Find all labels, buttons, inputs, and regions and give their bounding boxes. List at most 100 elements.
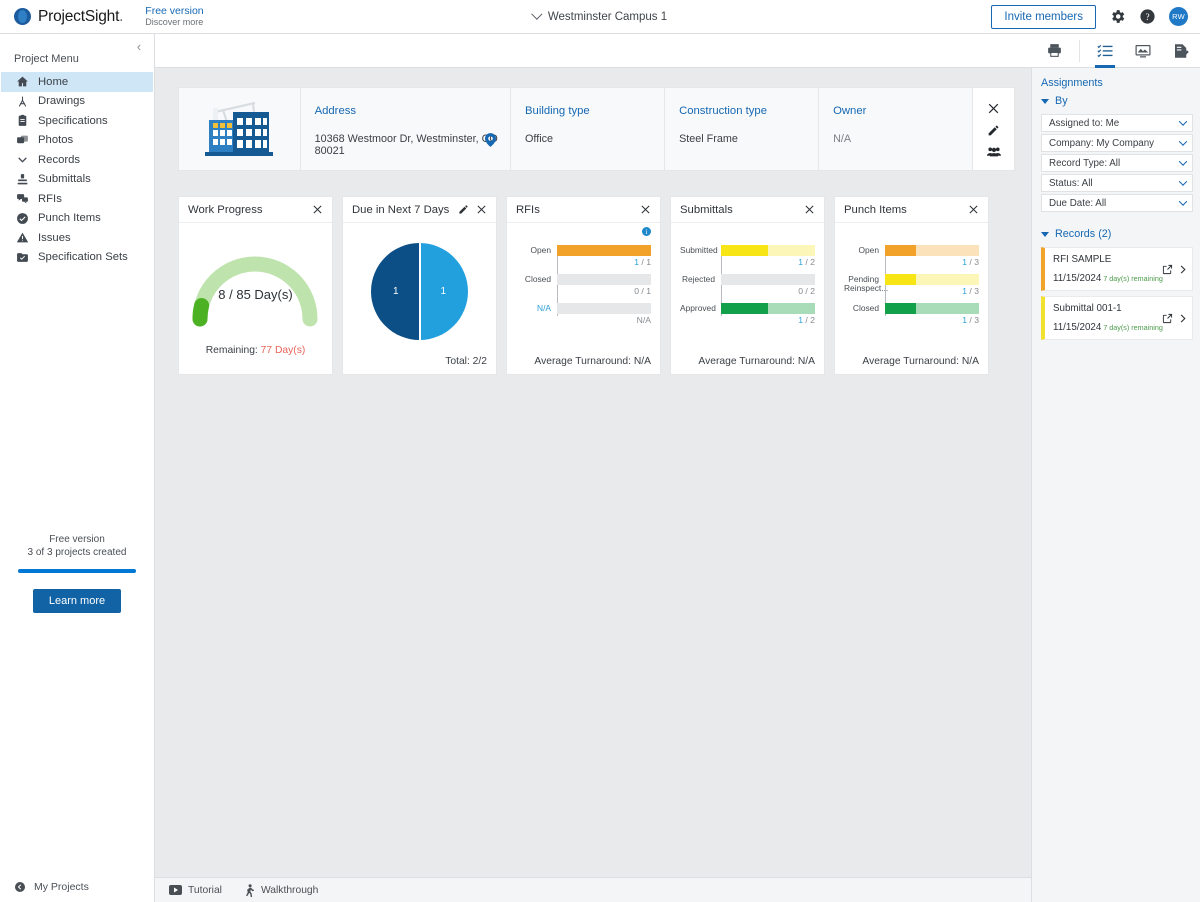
- filter-due-date[interactable]: Due Date: All: [1041, 194, 1193, 212]
- filter-label: Due Date: All: [1049, 198, 1106, 209]
- bar-value: 1 / 3: [885, 286, 979, 296]
- invite-members-button[interactable]: Invite members: [991, 5, 1096, 29]
- assignments-panel: Assignments By Assigned to: Me Company: …: [1031, 68, 1200, 902]
- assignments-title: Assignments: [1041, 77, 1193, 89]
- bar-label: Open: [516, 245, 555, 255]
- filter-assigned-to[interactable]: Assigned to: Me: [1041, 114, 1193, 132]
- open-external-icon[interactable]: [1162, 264, 1173, 275]
- list-view-button[interactable]: [1086, 34, 1124, 68]
- brand-logo[interactable]: ProjectSight.: [0, 8, 123, 26]
- avatar[interactable]: RW: [1169, 7, 1188, 26]
- widget-header: RFIs: [507, 197, 660, 223]
- free-version-link[interactable]: Free version Discover more: [145, 5, 203, 27]
- tutorial-link[interactable]: Tutorial: [169, 885, 222, 896]
- widget-title: Due in Next 7 Days: [352, 204, 449, 216]
- field-label: Construction type: [679, 105, 818, 117]
- info-field-building-type: Building type Office: [511, 88, 665, 170]
- sidebar-item-specification-sets[interactable]: Specification Sets: [1, 248, 153, 268]
- learn-more-button[interactable]: Learn more: [33, 589, 121, 613]
- sidebar-item-submittals[interactable]: Submittals: [1, 170, 153, 190]
- records-section-toggle[interactable]: Records (2): [1041, 228, 1193, 240]
- close-icon[interactable]: [312, 204, 323, 215]
- print-button[interactable]: [1035, 34, 1073, 68]
- field-label: Owner: [833, 105, 972, 117]
- bar-label: Open: [844, 245, 883, 255]
- record-item-submittal[interactable]: Submittal 001-1 11/15/20247 day(s) remai…: [1041, 296, 1193, 340]
- chevron-down-icon: [15, 153, 29, 167]
- chevron-right-icon[interactable]: [1177, 313, 1188, 324]
- close-icon[interactable]: [968, 204, 979, 215]
- widget-title: Punch Items: [844, 204, 907, 216]
- record-actions: [1162, 264, 1188, 275]
- edit-pencil-icon[interactable]: [987, 124, 1000, 137]
- close-icon[interactable]: [987, 102, 1000, 115]
- dashboard-canvas: Address 10368 Westmoor Dr, Westminster, …: [155, 68, 1031, 877]
- project-selector[interactable]: Westminster Campus 1: [533, 11, 667, 23]
- edit-pencil-icon[interactable]: [458, 204, 469, 215]
- sidebar-item-issues[interactable]: Issues: [1, 228, 153, 248]
- by-section-toggle[interactable]: By: [1041, 95, 1193, 107]
- map-pin-icon[interactable]: [485, 133, 496, 152]
- sidebar-collapse-chevron-icon[interactable]: ‹: [132, 40, 146, 54]
- sidebar-item-photos[interactable]: Photos: [1, 131, 153, 151]
- widget-rfis: RFIs i Open 1 / 1: [506, 196, 661, 375]
- by-label: By: [1055, 95, 1068, 107]
- top-header: ProjectSight. Free version Discover more…: [0, 0, 1200, 34]
- sidebar-item-specifications[interactable]: Specifications: [1, 111, 153, 131]
- widget-punch-items: Punch Items Open 1 / 3: [834, 196, 989, 375]
- filter-record-type[interactable]: Record Type: All: [1041, 154, 1193, 172]
- close-icon[interactable]: [640, 204, 651, 215]
- project-info-card: Address 10368 Westmoor Dr, Westminster, …: [178, 87, 1015, 171]
- record-item-rfi[interactable]: RFI SAMPLE 11/15/20247 day(s) remaining: [1041, 247, 1193, 291]
- sidebar-item-drawings[interactable]: Drawings: [1, 92, 153, 112]
- sidebar-item-label: Drawings: [38, 95, 85, 107]
- widget-body: Submitted 1 / 2 Rejected 0 / 2: [671, 223, 824, 356]
- help-icon[interactable]: ?: [1139, 8, 1156, 25]
- report-edit-icon: [1172, 42, 1190, 60]
- widget-title: Work Progress: [188, 204, 263, 216]
- widget-header: Submittals: [671, 197, 824, 223]
- free-version-label: Free version: [145, 5, 203, 17]
- open-external-icon[interactable]: [1162, 313, 1173, 324]
- field-value: Office: [525, 133, 664, 145]
- bar-value: N/A: [557, 315, 651, 325]
- sidebar-item-label: Home: [38, 76, 68, 88]
- bar-fill: [885, 245, 916, 256]
- filter-status[interactable]: Status: All: [1041, 174, 1193, 192]
- gallery-view-button[interactable]: [1124, 34, 1162, 68]
- report-edit-button[interactable]: [1162, 34, 1200, 68]
- sidebar-item-punch-items[interactable]: Punch Items: [1, 209, 153, 229]
- filter-company[interactable]: Company: My Company: [1041, 134, 1193, 152]
- gear-icon[interactable]: [1109, 8, 1126, 25]
- sidebar-item-home[interactable]: Home: [1, 72, 153, 92]
- sidebar-item-rfis[interactable]: RFIs: [1, 189, 153, 209]
- members-icon[interactable]: [987, 146, 1001, 157]
- close-icon[interactable]: [476, 204, 487, 215]
- widget-footer-turnaround: Average Turnaround: N/A: [671, 356, 824, 374]
- widget-body: i Open 1 / 1 Closed: [507, 223, 660, 356]
- bar-row: Open 1 / 1: [516, 245, 651, 267]
- sidebar-item-records[interactable]: Records: [1, 150, 153, 170]
- widget-footer-turnaround: Average Turnaround: N/A: [507, 356, 660, 374]
- svg-text:?: ?: [1145, 12, 1149, 22]
- projectsight-logo-icon: [14, 8, 31, 25]
- bar-value: 0 / 1: [557, 286, 651, 296]
- bar-label: Closed: [844, 303, 883, 313]
- discover-more-label: Discover more: [145, 17, 203, 27]
- close-icon[interactable]: [804, 204, 815, 215]
- play-video-icon: [169, 885, 182, 895]
- punch-items-icon: [15, 211, 29, 225]
- walkthrough-link[interactable]: Walkthrough: [244, 884, 318, 897]
- chevron-down-icon: [1179, 157, 1187, 165]
- info-field-owner: Owner N/A: [819, 88, 973, 170]
- work-progress-gauge: 8 / 85 Day(s): [188, 231, 323, 339]
- building-construction-illustration: [179, 88, 301, 170]
- widget-body: Open 1 / 3 Pending Reinspect... 1 / 3: [835, 223, 988, 356]
- my-projects-link[interactable]: My Projects: [14, 881, 89, 893]
- chevron-right-icon[interactable]: [1177, 264, 1188, 275]
- info-card-actions: [973, 88, 1014, 170]
- info-icon[interactable]: i: [642, 227, 651, 236]
- bar-track: [557, 303, 651, 314]
- widget-header: Work Progress: [179, 197, 332, 223]
- submittals-bar-chart: Submitted 1 / 2 Rejected 0 / 2: [680, 245, 815, 325]
